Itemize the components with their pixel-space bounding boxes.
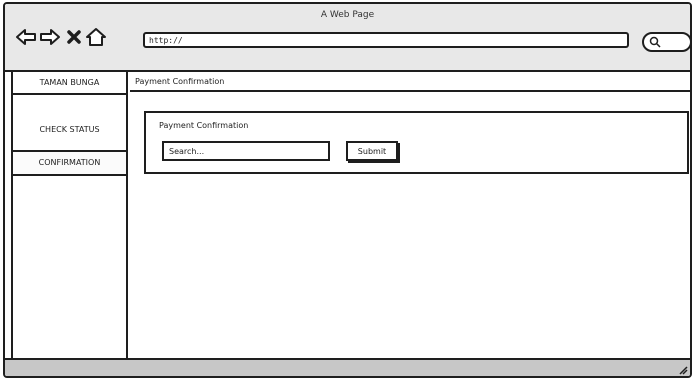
- arrow-left-icon: [16, 29, 36, 45]
- sidebar-item-label: CHECK STATUS: [39, 125, 100, 134]
- search-input[interactable]: [162, 141, 330, 161]
- breadcrumb: Payment Confirmation: [135, 77, 225, 86]
- forward-button[interactable]: [39, 26, 61, 48]
- payment-confirmation-panel: Payment Confirmation Submit: [144, 111, 689, 174]
- panel-title: Payment Confirmation: [159, 121, 249, 130]
- close-icon: [67, 30, 81, 44]
- home-button[interactable]: [85, 26, 107, 48]
- sidebar: TAMAN BUNGA CHECK STATUS CONFIRMATION: [11, 72, 128, 364]
- page-header: Payment Confirmation: [130, 72, 690, 92]
- browser-window: A Web Page http:// TAMAN BUNGA CHECK STA…: [3, 2, 692, 378]
- stop-button[interactable]: [63, 26, 85, 48]
- sidebar-item-confirmation[interactable]: CONFIRMATION: [13, 150, 126, 176]
- resize-grip-icon[interactable]: [678, 365, 688, 375]
- window-title: A Web Page: [320, 10, 375, 20]
- sidebar-item-label: CONFIRMATION: [38, 158, 101, 167]
- browser-search-button[interactable]: [642, 32, 690, 52]
- browser-titlebar: A Web Page http://: [5, 4, 690, 72]
- brand-label: TAMAN BUNGA: [13, 72, 126, 95]
- sidebar-item-check-status[interactable]: CHECK STATUS: [13, 119, 126, 141]
- back-button[interactable]: [15, 26, 37, 48]
- home-icon: [86, 28, 106, 46]
- search-icon: [649, 36, 661, 48]
- status-bar: [5, 358, 690, 376]
- submit-button[interactable]: Submit: [346, 141, 398, 161]
- arrow-right-icon: [40, 29, 60, 45]
- url-bar[interactable]: http://: [143, 32, 629, 48]
